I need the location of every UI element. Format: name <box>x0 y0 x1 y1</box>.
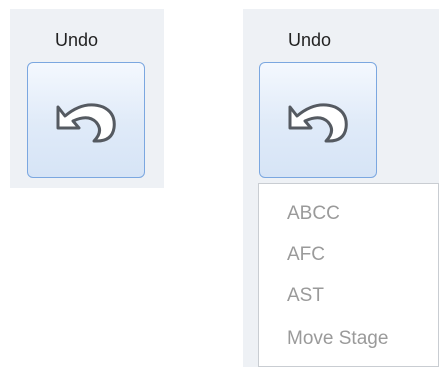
undo-history-menu: ABCC AFC AST Move Stage <box>258 183 439 367</box>
undo-title-right: Undo <box>288 30 332 50</box>
menu-item-ast[interactable]: AST <box>287 285 324 307</box>
undo-icon <box>50 92 122 148</box>
undo-title-left: Undo <box>55 30 99 50</box>
menu-item-move-stage[interactable]: Move Stage <box>287 328 388 350</box>
undo-button-right[interactable] <box>259 62 377 178</box>
undo-button-left[interactable] <box>27 62 145 178</box>
menu-item-afc[interactable]: AFC <box>287 244 325 266</box>
undo-icon <box>282 92 354 148</box>
menu-item-abcc[interactable]: ABCC <box>287 203 340 225</box>
